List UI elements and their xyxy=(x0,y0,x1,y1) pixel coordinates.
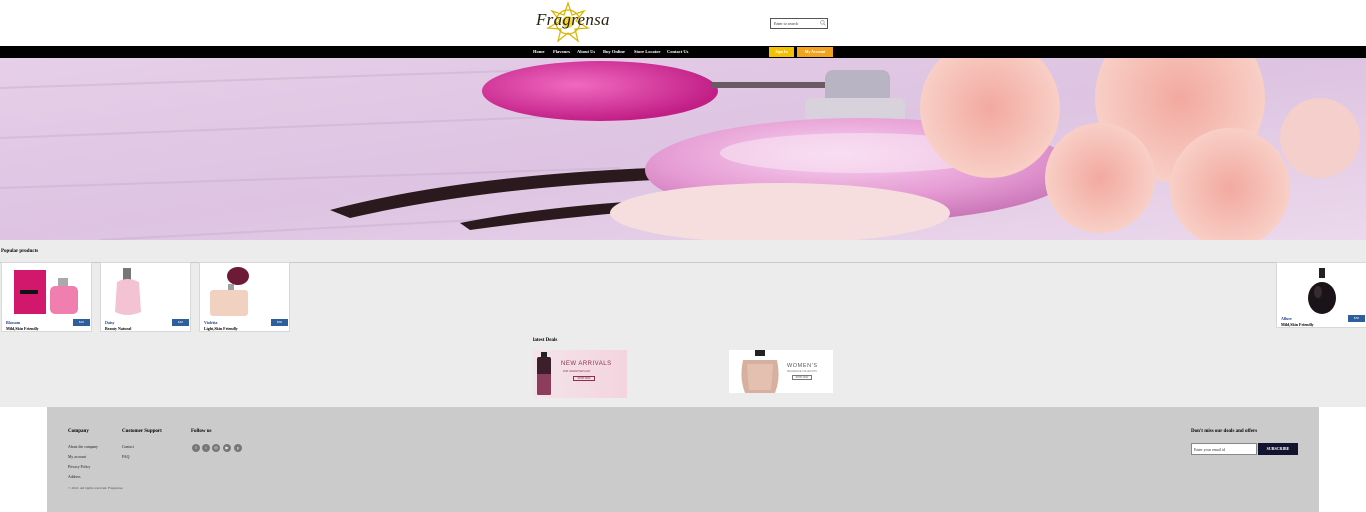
footer-support-title: Customer Support xyxy=(122,429,162,434)
product-name[interactable]: Blossom xyxy=(6,320,20,325)
deal-shop-now-button[interactable]: SHOP NOW xyxy=(573,376,595,381)
product-name[interactable]: Daisy xyxy=(105,320,115,325)
footer-follow-title: Follow us xyxy=(191,429,212,434)
footer-link-about[interactable]: About the company xyxy=(68,445,98,449)
product-card[interactable]: Allure Mild,Skin Friendly $30 xyxy=(1276,262,1366,328)
instagram-icon[interactable]: ◎ xyxy=(212,444,220,452)
search-icon[interactable] xyxy=(820,20,826,26)
popular-products-title: Popular products xyxy=(1,249,39,254)
nav-store-locator[interactable]: Store Locator xyxy=(634,49,661,54)
price-button[interactable]: $30 xyxy=(1348,315,1365,322)
hero-banner xyxy=(0,58,1366,240)
logo-text[interactable]: Fragrensa xyxy=(536,10,610,30)
product-name[interactable]: Violetta xyxy=(204,320,217,325)
price-button[interactable]: $40 xyxy=(172,319,189,326)
product-description: Light,Skin Friendly xyxy=(204,326,238,331)
footer-link-my-account[interactable]: My account xyxy=(68,455,86,459)
footer-copyright: © 2021. All rights reserved. Fragrensa xyxy=(68,486,123,490)
product-card[interactable]: Daisy Beauty Natural $40 xyxy=(100,262,191,332)
newsletter-title: Don't miss our deals and offers xyxy=(1191,429,1258,434)
youtube-icon[interactable]: ▶ xyxy=(223,444,231,452)
product-card[interactable]: Blossom Mild,Skin Friendly $20 xyxy=(1,262,92,332)
product-name[interactable]: Allure xyxy=(1281,316,1292,321)
product-description: Mild,Skin Friendly xyxy=(6,326,39,331)
price-button[interactable]: $30 xyxy=(271,319,288,326)
footer-link-privacy[interactable]: Privacy Policy xyxy=(68,465,90,469)
deal-subtitle: FOR VALENTINE'S DAY xyxy=(563,370,591,373)
footer-link-faq[interactable]: FAQ xyxy=(122,455,129,459)
site-footer xyxy=(47,407,1319,512)
price-button[interactable]: $20 xyxy=(73,319,90,326)
site-header: Fragrensa Enter to search xyxy=(0,0,1366,46)
deal-shop-now-button[interactable]: SHOP NOW xyxy=(792,375,812,380)
nav-home[interactable]: Home xyxy=(533,49,545,54)
newsletter-email-input[interactable]: Enter your email id xyxy=(1191,443,1257,455)
latest-deals-title: latest Deals xyxy=(533,338,558,343)
nav-buy-online[interactable]: Buy Online xyxy=(603,49,625,54)
deal-headline: NEW ARRIVALS xyxy=(561,361,612,367)
facebook-icon[interactable]: f xyxy=(192,444,200,452)
deal-headline: WOMEN'S xyxy=(787,363,818,369)
deal-banner-new-arrivals[interactable]: NEW ARRIVALS FOR VALENTINE'S DAY SHOP NO… xyxy=(533,350,627,398)
deal-bottle-image xyxy=(741,350,779,393)
hero-image xyxy=(0,58,1366,240)
product-image xyxy=(210,267,249,316)
product-description: Mild,Skin Friendly xyxy=(1281,322,1314,327)
nav-about-us[interactable]: About Us xyxy=(577,49,595,54)
pinterest-icon[interactable]: p xyxy=(234,444,242,452)
twitter-icon[interactable]: t xyxy=(202,444,210,452)
nav-flavours[interactable]: Flavours xyxy=(553,49,570,54)
footer-link-contact[interactable]: Contact xyxy=(122,445,134,449)
deal-banner-womens[interactable]: WOMEN'S FRAGRANCE COLLECTION SHOP NOW xyxy=(729,350,833,393)
footer-company-title: Company xyxy=(68,429,89,434)
deal-subtitle: FRAGRANCE COLLECTION xyxy=(787,371,817,373)
product-card[interactable]: Violetta Light,Skin Friendly $30 xyxy=(199,262,290,332)
deal-bottle-image xyxy=(537,352,551,395)
footer-link-address[interactable]: Address xyxy=(68,475,80,479)
subscribe-button[interactable]: SUBSCRIBE xyxy=(1258,443,1298,455)
product-image xyxy=(1308,268,1336,314)
product-image xyxy=(115,268,141,315)
product-description: Beauty Natural xyxy=(105,326,132,331)
signin-button[interactable]: Sign In xyxy=(769,47,794,57)
my-account-button[interactable]: My Account xyxy=(797,47,833,57)
nav-contact-us[interactable]: Contact Us xyxy=(667,49,688,54)
product-image xyxy=(14,270,78,314)
